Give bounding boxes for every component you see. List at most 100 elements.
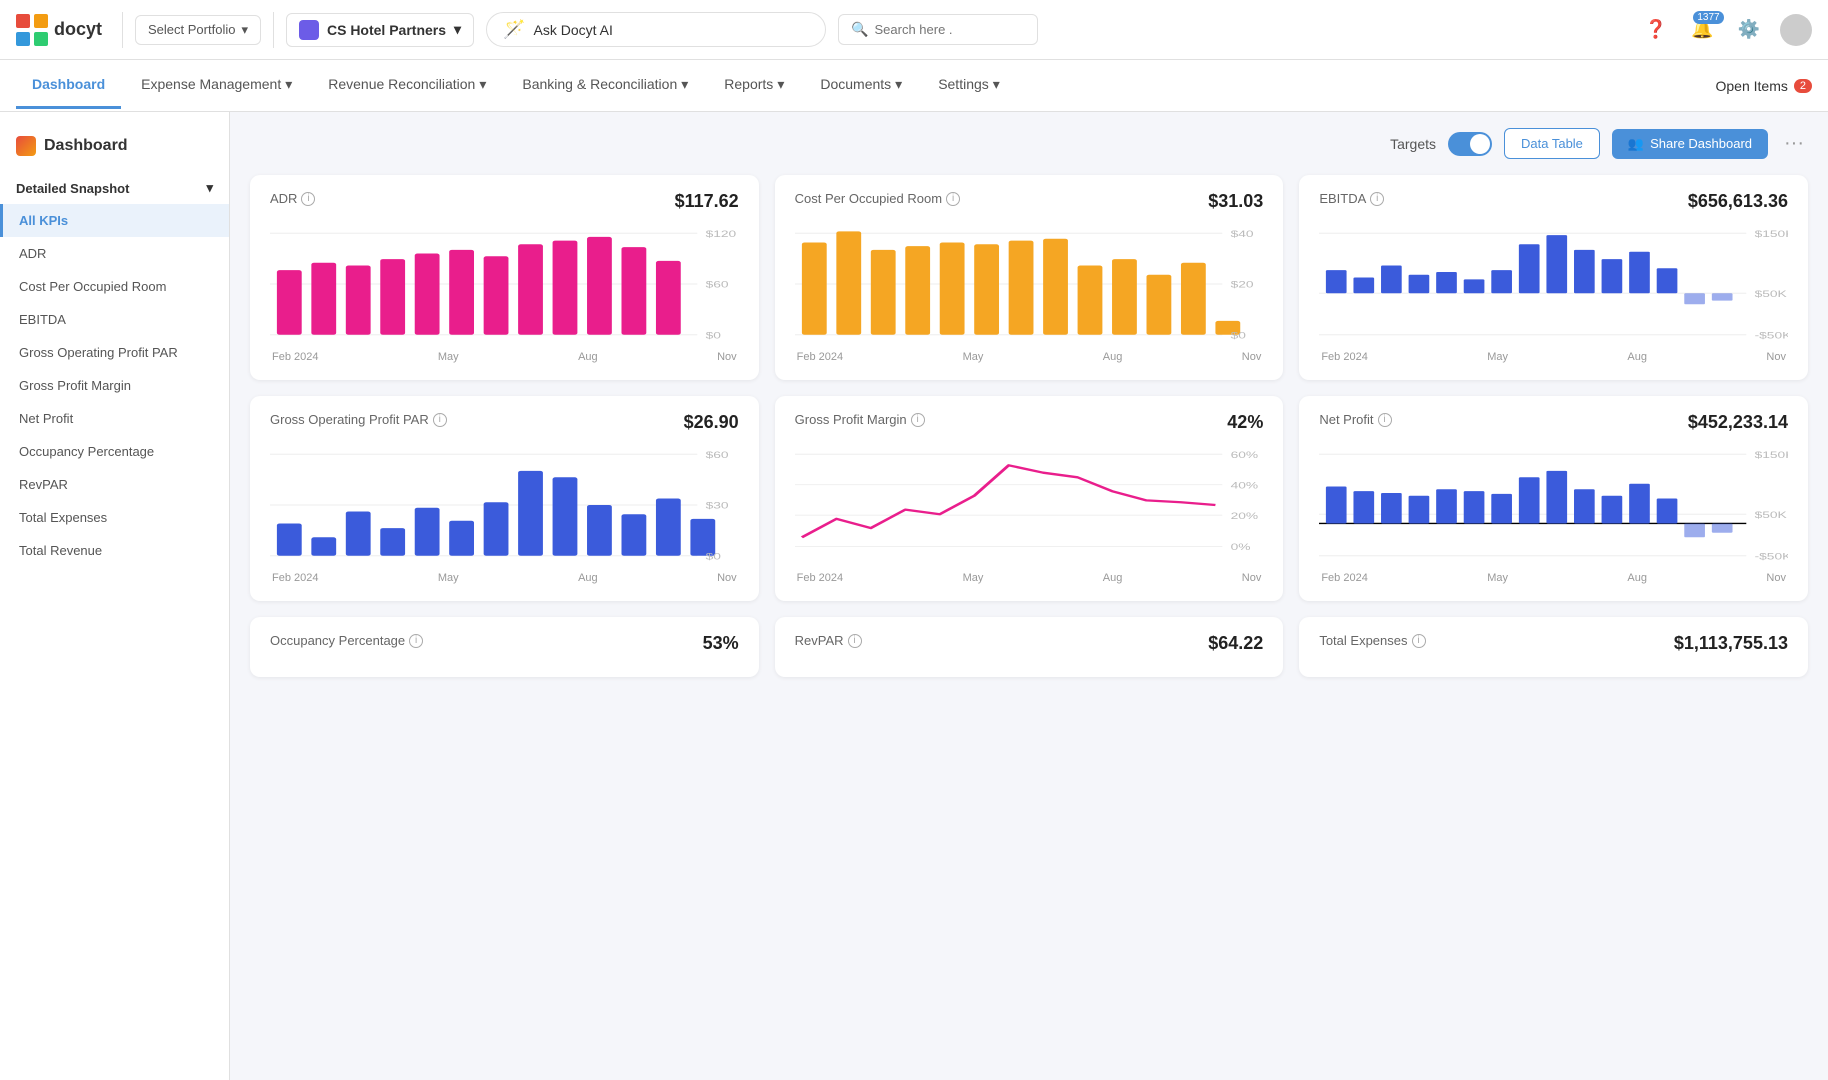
sidebar-item-total-revenue[interactable]: Total Revenue	[0, 534, 229, 567]
chart-card-ebitda: EBITDA i $656,613.36	[1299, 175, 1808, 380]
toggle-knob	[1470, 134, 1490, 154]
search-input[interactable]	[875, 22, 1015, 37]
nav-icons: ❓ 🔔 1377 ⚙️	[1641, 14, 1812, 46]
chart-card-total-expenses: Total Expenses i $1,113,755.13	[1299, 617, 1808, 677]
share-dashboard-button[interactable]: 👥 Share Dashboard	[1612, 129, 1768, 159]
chevron-down-icon: ▾	[241, 22, 248, 38]
chart-value-adr: $117.62	[675, 191, 739, 212]
info-icon-ebitda[interactable]: i	[1370, 192, 1384, 206]
svg-text:-$50K: -$50K	[1755, 552, 1788, 562]
top-nav: docyt Select Portfolio ▾ CS Hotel Partne…	[0, 0, 1828, 60]
chart-title-cost-per-occupied-room: Cost Per Occupied Room i	[795, 191, 960, 206]
logo-text: docyt	[54, 19, 102, 40]
notifications-button[interactable]: 🔔 1377	[1687, 15, 1717, 44]
svg-text:$0: $0	[706, 552, 722, 562]
info-icon-cost[interactable]: i	[946, 192, 960, 206]
ask-ai-bar[interactable]: 🪄 Ask Docyt AI	[486, 12, 826, 47]
chart-value-cost: $31.03	[1208, 191, 1263, 212]
svg-text:$20: $20	[1230, 280, 1254, 290]
business-selector[interactable]: CS Hotel Partners ▾	[286, 13, 474, 47]
sidebar-item-cost-per-occupied-room[interactable]: Cost Per Occupied Room	[0, 270, 229, 303]
targets-label: Targets	[1390, 136, 1436, 152]
more-options-button[interactable]: ···	[1780, 128, 1808, 159]
sidebar-item-all-kpis[interactable]: All KPIs	[0, 204, 229, 237]
business-icon	[299, 20, 319, 40]
logo[interactable]: docyt	[16, 14, 102, 46]
tab-settings[interactable]: Settings ▾	[922, 62, 1016, 110]
chart-area-cost: $40 $20 $0 Feb 2024 May Aug Nov	[795, 224, 1264, 364]
svg-text:$60: $60	[706, 280, 730, 290]
share-icon: 👥	[1628, 136, 1644, 152]
info-icon-revpar[interactable]: i	[848, 634, 862, 648]
chart-title-adr: ADR i	[270, 191, 315, 206]
tab-revenue-reconciliation[interactable]: Revenue Reconciliation ▾	[312, 62, 502, 110]
svg-text:$0: $0	[706, 331, 722, 341]
chart-value-gop: $26.90	[684, 412, 739, 433]
chart-title-occupancy-percentage: Occupancy Percentage i	[270, 633, 423, 648]
content-header: Targets Data Table 👥 Share Dashboard ···	[250, 128, 1808, 159]
svg-text:$0: $0	[1230, 331, 1246, 341]
chevron-down-icon-sidebar: ▾	[206, 180, 213, 196]
targets-toggle[interactable]	[1448, 132, 1492, 156]
ask-ai-label: Ask Docyt AI	[533, 22, 612, 38]
info-icon-gpm[interactable]: i	[911, 413, 925, 427]
sidebar-item-revpar[interactable]: RevPAR	[0, 468, 229, 501]
tab-banking-reconciliation[interactable]: Banking & Reconciliation ▾	[506, 62, 704, 110]
svg-text:40%: 40%	[1230, 481, 1258, 491]
svg-text:$30: $30	[706, 501, 730, 511]
info-icon-adr[interactable]: i	[301, 192, 315, 206]
sidebar-item-occupancy-percentage[interactable]: Occupancy Percentage	[0, 435, 229, 468]
svg-text:-$50K: -$50K	[1755, 331, 1788, 341]
sidebar-item-gross-operating-profit-par[interactable]: Gross Operating Profit PAR	[0, 336, 229, 369]
data-table-button[interactable]: Data Table	[1504, 128, 1600, 159]
sidebar-item-adr[interactable]: ADR	[0, 237, 229, 270]
chart-card-revpar: RevPAR i $64.22	[775, 617, 1284, 677]
chart-title-ebitda: EBITDA i	[1319, 191, 1384, 206]
sidebar-item-ebitda[interactable]: EBITDA	[0, 303, 229, 336]
info-icon-gop[interactable]: i	[433, 413, 447, 427]
info-icon-occupancy[interactable]: i	[409, 634, 423, 648]
chart-value-gpm: 42%	[1227, 412, 1263, 433]
chart-card-occupancy-percentage: Occupancy Percentage i 53%	[250, 617, 759, 677]
sidebar: Dashboard Detailed Snapshot ▾ All KPIs A…	[0, 112, 230, 1080]
info-icon-total-expenses[interactable]: i	[1412, 634, 1426, 648]
svg-text:60%: 60%	[1230, 450, 1258, 460]
chart-x-labels-cost: Feb 2024 May Aug Nov	[795, 351, 1264, 363]
svg-text:$150K: $150K	[1755, 229, 1788, 239]
settings-button[interactable]: ⚙️	[1734, 15, 1764, 44]
search-bar[interactable]: 🔍	[838, 14, 1038, 45]
nav-divider	[122, 12, 123, 48]
open-items-label: Open Items	[1716, 78, 1788, 94]
tab-expense-management[interactable]: Expense Management ▾	[125, 62, 308, 110]
help-button[interactable]: ❓	[1641, 15, 1671, 44]
chart-area-ebitda: $150K $50K -$50K Feb 2024 May Aug Nov	[1319, 224, 1788, 364]
chart-value-net-profit: $452,233.14	[1688, 412, 1788, 433]
avatar[interactable]	[1780, 14, 1812, 46]
sidebar-section-detailed-snapshot[interactable]: Detailed Snapshot ▾	[0, 172, 229, 204]
chart-card-adr: ADR i $117.62	[250, 175, 759, 380]
chart-card-gross-operating-profit-par: Gross Operating Profit PAR i $26.90	[250, 396, 759, 601]
tab-documents[interactable]: Documents ▾	[804, 62, 918, 110]
charts-row-2: Gross Operating Profit PAR i $26.90	[250, 396, 1808, 601]
svg-text:$120: $120	[706, 229, 737, 239]
svg-text:$150K: $150K	[1755, 450, 1788, 460]
main-layout: Dashboard Detailed Snapshot ▾ All KPIs A…	[0, 112, 1828, 1080]
svg-text:$40: $40	[1230, 229, 1254, 239]
chart-x-labels-gop: Feb 2024 May Aug Nov	[270, 572, 739, 584]
info-icon-net-profit[interactable]: i	[1378, 413, 1392, 427]
main-content: Targets Data Table 👥 Share Dashboard ···…	[230, 112, 1828, 1080]
sidebar-item-total-expenses[interactable]: Total Expenses	[0, 501, 229, 534]
chart-card-net-profit: Net Profit i $452,233.14	[1299, 396, 1808, 601]
charts-row-3: Occupancy Percentage i 53% RevPAR i $64.…	[250, 617, 1808, 677]
tab-reports[interactable]: Reports ▾	[708, 62, 800, 110]
open-items[interactable]: Open Items 2	[1716, 78, 1813, 94]
chart-title-revpar: RevPAR i	[795, 633, 862, 648]
svg-text:$50K: $50K	[1755, 289, 1787, 299]
chevron-down-icon-2: ▾	[454, 21, 461, 38]
select-portfolio-button[interactable]: Select Portfolio ▾	[135, 15, 261, 45]
chart-title-total-expenses: Total Expenses i	[1319, 633, 1425, 648]
sidebar-item-gross-profit-margin[interactable]: Gross Profit Margin	[0, 369, 229, 402]
tab-dashboard[interactable]: Dashboard	[16, 62, 121, 109]
sidebar-item-net-profit[interactable]: Net Profit	[0, 402, 229, 435]
logo-icon	[16, 14, 48, 46]
